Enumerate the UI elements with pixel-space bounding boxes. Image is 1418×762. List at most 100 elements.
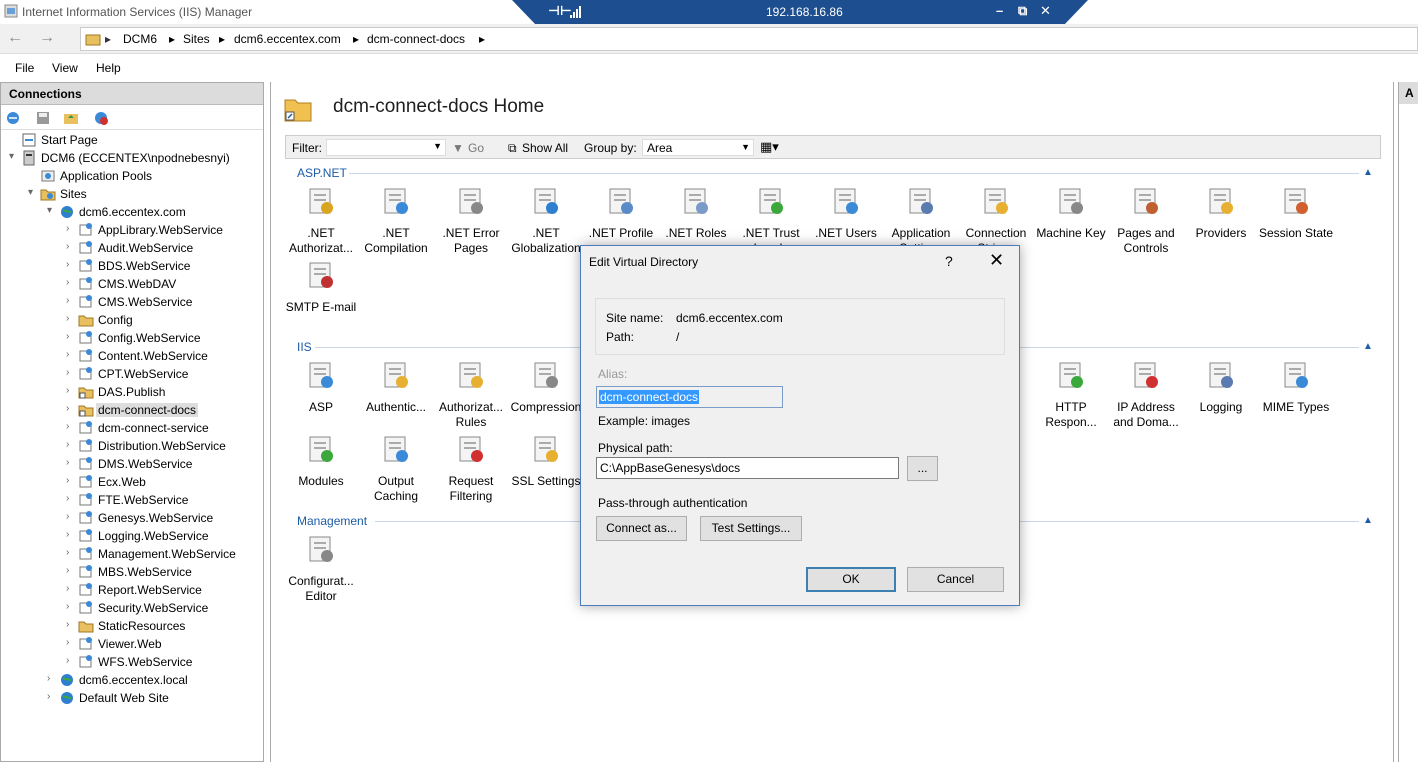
- expand-icon[interactable]: ›: [66, 511, 76, 522]
- physical-path-input[interactable]: [596, 457, 899, 479]
- expand-icon[interactable]: ›: [66, 457, 76, 468]
- expand-icon[interactable]: ›: [66, 601, 76, 612]
- feature-tile-iis-10[interactable]: Request Filtering: [433, 434, 509, 504]
- menu-file[interactable]: File: [15, 61, 34, 75]
- breadcrumb-dcm6[interactable]: DCM6: [123, 32, 157, 46]
- web-app-icon: [79, 439, 92, 452]
- feature-tile-mgmt-0[interactable]: Configurat... Editor: [283, 534, 359, 604]
- physical-path-label: Physical path:: [598, 441, 673, 455]
- globe-icon: [61, 206, 73, 218]
- expand-icon[interactable]: ›: [66, 349, 76, 360]
- expand-icon[interactable]: ›: [66, 367, 76, 378]
- feature-tile-iis-0[interactable]: ASP: [283, 360, 359, 415]
- aspnet-2-icon: [459, 188, 483, 214]
- connections-panel: Connections Start Page ▾ DCM6 (ECCENTEX\np…: [0, 82, 264, 762]
- expand-icon[interactable]: ›: [66, 475, 76, 486]
- feature-tile-aspnet-1[interactable]: .NET Compilation: [358, 186, 434, 256]
- feature-tile-aspnet-14[interactable]: SMTP E-mail: [283, 260, 359, 315]
- feature-tile-aspnet-3[interactable]: .NET Globalization: [508, 186, 584, 256]
- feature-tile-iis-11[interactable]: SSL Settings: [508, 434, 584, 489]
- pin-icon[interactable]: ⊣⊢: [548, 3, 572, 19]
- save-icon[interactable]: [35, 110, 51, 126]
- expand-icon[interactable]: ›: [47, 691, 57, 702]
- feature-tile-aspnet-4[interactable]: .NET Profile: [583, 186, 659, 241]
- feature-tile-iis-3[interactable]: Compression: [508, 360, 584, 415]
- expand-icon[interactable]: ›: [66, 331, 76, 342]
- browse-button[interactable]: ...: [907, 456, 938, 481]
- collapse-icon[interactable]: ▾: [47, 205, 57, 216]
- aspnet-13-icon: [1284, 188, 1308, 214]
- feature-tile-iis-5[interactable]: IP Address and Doma...: [1108, 360, 1184, 430]
- feature-tile-iis-1[interactable]: Authentic...: [358, 360, 434, 415]
- feature-tile-iis-8[interactable]: Modules: [283, 434, 359, 489]
- expand-icon[interactable]: ›: [66, 529, 76, 540]
- expand-icon[interactable]: ›: [66, 619, 76, 630]
- expand-icon[interactable]: ›: [66, 313, 76, 324]
- tree-node-label: DAS.Publish: [98, 385, 166, 399]
- menu-view[interactable]: View: [52, 61, 78, 75]
- expand-icon[interactable]: ›: [66, 223, 76, 234]
- feature-tile-iis-9[interactable]: Output Caching: [358, 434, 434, 504]
- tree-node-label: Ecx.Web: [98, 475, 146, 489]
- tree-node-label: Default Web Site: [79, 691, 169, 705]
- feature-tile-iis-2[interactable]: Authorizat... Rules: [433, 360, 509, 430]
- close-icon[interactable]: ✕: [1040, 3, 1051, 19]
- breadcrumb-vdir[interactable]: dcm-connect-docs: [367, 32, 465, 46]
- test-settings-button[interactable]: Test Settings...: [700, 516, 802, 541]
- feature-tile-aspnet-11[interactable]: Pages and Controls: [1108, 186, 1184, 256]
- connect-as-button[interactable]: Connect as...: [596, 516, 687, 541]
- expand-icon[interactable]: ›: [47, 673, 57, 684]
- collapse-icon[interactable]: ▾: [28, 187, 38, 198]
- expand-icon[interactable]: ›: [66, 403, 76, 414]
- back-icon[interactable]: ←: [4, 28, 26, 50]
- feature-tile-iis-4[interactable]: HTTP Respon...: [1033, 360, 1109, 430]
- breadcrumb-site[interactable]: dcm6.eccentex.com: [234, 32, 341, 46]
- delete-connection-icon[interactable]: [93, 110, 109, 126]
- feature-tile-iis-7[interactable]: MIME Types: [1258, 360, 1334, 415]
- feature-tile-aspnet-12[interactable]: Providers: [1183, 186, 1259, 241]
- expand-icon[interactable]: ›: [66, 547, 76, 558]
- feature-tile-aspnet-13[interactable]: Session State: [1258, 186, 1334, 241]
- feature-tile-aspnet-5[interactable]: .NET Roles: [658, 186, 734, 241]
- expand-icon[interactable]: ›: [66, 385, 76, 396]
- expand-icon[interactable]: ›: [66, 637, 76, 648]
- web-app-icon: [79, 223, 92, 236]
- expand-icon[interactable]: ›: [66, 241, 76, 252]
- signal-icon: [570, 6, 581, 18]
- expand-icon[interactable]: ›: [66, 655, 76, 666]
- feature-tile-aspnet-10[interactable]: Machine Key: [1033, 186, 1109, 241]
- folder-icon: [78, 315, 94, 327]
- expand-icon[interactable]: ›: [66, 439, 76, 450]
- connect-icon[interactable]: [5, 110, 21, 126]
- feature-tile-iis-6[interactable]: Logging: [1183, 360, 1259, 415]
- dialog-close-icon[interactable]: ✕: [989, 250, 1004, 271]
- expand-icon[interactable]: ›: [66, 295, 76, 306]
- feature-tile-aspnet-7[interactable]: .NET Users: [808, 186, 884, 241]
- feature-tile-aspnet-0[interactable]: .NET Authorizat...: [283, 186, 359, 256]
- forward-icon[interactable]: →: [36, 28, 58, 50]
- restore-icon[interactable]: ⧉: [1018, 3, 1027, 19]
- menu-help[interactable]: Help: [96, 61, 121, 75]
- collapse-icon[interactable]: ▾: [9, 151, 19, 162]
- ok-button[interactable]: OK: [806, 567, 896, 592]
- aspnet-3-icon: [534, 188, 558, 214]
- breadcrumb-sites[interactable]: Sites: [183, 32, 210, 46]
- expand-icon[interactable]: ›: [66, 259, 76, 270]
- minimize-icon[interactable]: –: [996, 3, 1003, 18]
- feature-tile-label: .NET Globalization: [511, 226, 581, 255]
- alias-value: dcm-connect-docs: [599, 390, 700, 404]
- up-folder-icon[interactable]: [63, 110, 79, 126]
- expand-icon[interactable]: ›: [66, 421, 76, 432]
- cancel-button[interactable]: Cancel: [907, 567, 1004, 592]
- breadcrumb: ▸ DCM6 ▸ Sites ▸ dcm6.eccentex.com ▸ dcm…: [80, 27, 1418, 51]
- help-icon[interactable]: ?: [945, 253, 953, 269]
- expand-icon[interactable]: ›: [66, 565, 76, 576]
- expand-icon[interactable]: ›: [66, 277, 76, 288]
- tree-node-label: CMS.WebDAV: [98, 277, 177, 291]
- expand-icon[interactable]: ›: [66, 583, 76, 594]
- expand-icon[interactable]: ›: [66, 493, 76, 504]
- feature-tile-label: Modules: [298, 474, 344, 488]
- feature-tile-aspnet-2[interactable]: .NET Error Pages: [433, 186, 509, 256]
- alias-field[interactable]: dcm-connect-docs: [596, 386, 783, 408]
- iis-8-icon: [309, 436, 333, 462]
